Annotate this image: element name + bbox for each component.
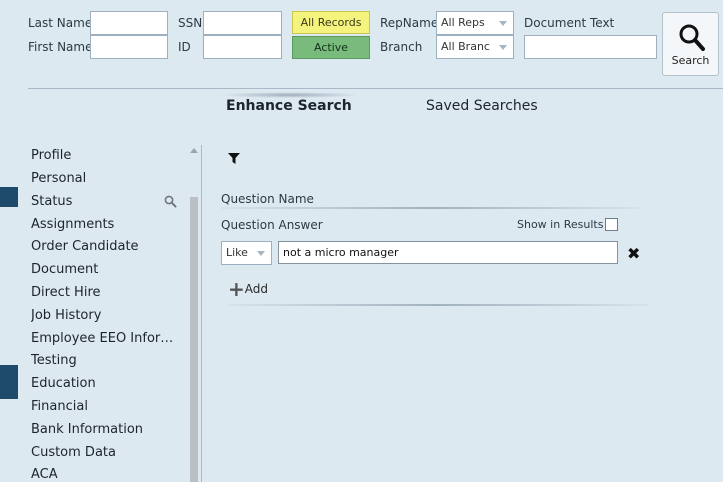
repname-selected-value: All Reps xyxy=(441,16,485,29)
header-divider xyxy=(28,88,723,89)
question-name-underline xyxy=(221,207,641,209)
sidebar-item-direct-hire[interactable]: Direct Hire xyxy=(31,285,176,300)
sidebar-item-personal[interactable]: Personal xyxy=(31,171,176,186)
operator-selected-value: Like xyxy=(226,246,248,259)
tab-saved-searches[interactable]: Saved Searches xyxy=(426,98,538,114)
plus-icon: + xyxy=(228,277,245,301)
chevron-down-icon xyxy=(499,45,507,50)
panel-divider xyxy=(201,145,202,482)
sidebar-item-aca[interactable]: ACA xyxy=(31,467,176,482)
add-criteria-button[interactable]: +Add xyxy=(228,277,268,301)
sidebar-item-financial[interactable]: Financial xyxy=(31,399,176,414)
sidebar-item-job-history[interactable]: Job History xyxy=(31,308,176,323)
magnifier-icon[interactable] xyxy=(164,195,177,208)
last-name-label: Last Name xyxy=(28,16,93,30)
question-name-label: Question Name xyxy=(221,192,314,206)
sidebar-item-bank-information[interactable]: Bank Information xyxy=(31,422,176,437)
first-name-label: First Name xyxy=(28,40,93,54)
filter-icon[interactable] xyxy=(228,153,240,164)
id-label: ID xyxy=(178,40,191,54)
ssn-input[interactable] xyxy=(203,11,282,35)
question-answer-input[interactable]: not a micro manager xyxy=(278,241,618,264)
sidebar-item-document[interactable]: Document xyxy=(31,262,176,277)
repname-select[interactable]: All Reps xyxy=(436,11,514,35)
all-records-button[interactable]: All Records xyxy=(292,11,370,34)
branch-select[interactable]: All Branc xyxy=(436,35,514,59)
criteria-divider xyxy=(228,304,648,306)
sidebar-item-custom-data[interactable]: Custom Data xyxy=(31,445,176,460)
chevron-down-icon xyxy=(257,251,265,256)
question-answer-label: Question Answer xyxy=(221,218,323,232)
sidebar-item-assignments[interactable]: Assignments xyxy=(31,217,176,232)
search-button-label: Search xyxy=(671,54,710,67)
search-icon xyxy=(679,24,705,51)
branch-label: Branch xyxy=(380,40,423,54)
sidebar-nav: Profile Personal Status Assignments Orde… xyxy=(0,140,200,482)
search-button[interactable]: Search xyxy=(662,12,719,76)
first-name-input[interactable] xyxy=(90,35,168,59)
sidebar-item-order-candidate[interactable]: Order Candidate xyxy=(31,239,176,254)
show-in-results-checkbox[interactable] xyxy=(605,218,618,231)
id-input[interactable] xyxy=(203,35,282,59)
add-label: Add xyxy=(244,282,268,296)
sidebar-item-employee-eeo[interactable]: Employee EEO Infor… xyxy=(31,331,176,346)
ssn-label: SSN xyxy=(178,16,203,30)
document-text-input[interactable] xyxy=(524,35,657,59)
sidebar-item-status[interactable]: Status xyxy=(31,194,176,209)
last-name-input[interactable] xyxy=(90,11,168,35)
active-button[interactable]: Active xyxy=(292,36,370,59)
document-text-label: Document Text xyxy=(524,16,615,30)
show-in-results-label: Show in Results xyxy=(517,218,604,231)
operator-select[interactable]: Like xyxy=(221,241,272,265)
tab-enhance-search[interactable]: Enhance Search xyxy=(226,98,352,114)
sidebar-item-profile[interactable]: Profile xyxy=(31,148,176,163)
close-icon[interactable]: ✖ xyxy=(627,244,640,263)
sidebar-item-education[interactable]: Education xyxy=(31,376,176,391)
sidebar-scrollbar-thumb[interactable] xyxy=(190,197,198,482)
branch-selected-value: All Branc xyxy=(441,40,490,53)
repname-label: RepName xyxy=(380,16,439,30)
chevron-down-icon xyxy=(499,21,507,26)
scroll-up-icon[interactable] xyxy=(190,148,198,153)
sidebar-item-testing[interactable]: Testing xyxy=(31,353,176,368)
